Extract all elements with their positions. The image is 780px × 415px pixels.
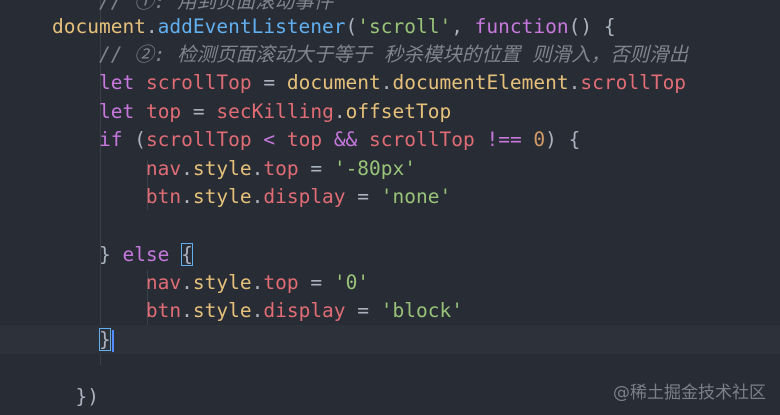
code-token: =	[298, 271, 334, 294]
code-token: offsetTop	[345, 100, 452, 123]
code-line[interactable]: // ②: 检测页面滚动大于等于 秒杀模块的位置 则滑入，否则滑出	[0, 40, 780, 69]
code-token: .	[181, 271, 193, 294]
code-token: document	[52, 15, 146, 38]
code-token: top	[145, 100, 182, 123]
code-token: .	[333, 100, 346, 123]
code-token: {	[181, 243, 193, 266]
code-token: ) {	[545, 128, 581, 151]
code-token: !==	[474, 128, 534, 151]
code-token: display	[263, 299, 346, 322]
code-token: top	[263, 271, 299, 294]
code-token: &&	[322, 128, 370, 151]
code-line[interactable]: nav.style.top = '-80px'	[0, 154, 780, 183]
code-token: '0'	[333, 271, 370, 294]
code-line[interactable]: let scrollTop = document.documentElement…	[0, 68, 780, 97]
code-token: top	[286, 128, 323, 151]
code-token: btn	[145, 185, 182, 208]
code-token: display	[263, 185, 346, 208]
code-line[interactable]: nav.style.top = '0'	[0, 268, 780, 297]
code-line[interactable]: btn.style.display = 'none'	[0, 182, 780, 211]
code-line[interactable]: if (scrollTop < top && scrollTop !== 0) …	[0, 125, 780, 154]
watermark: @稀土掘金技术社区	[613, 383, 766, 403]
code-token: style	[192, 271, 252, 294]
code-token: if	[98, 128, 123, 151]
code-token: (	[122, 128, 146, 151]
code-token: // ②: 检测页面滚动大于等于 秒杀模块的位置 则滑入，否则滑出	[98, 43, 689, 66]
code-token: document	[286, 71, 381, 94]
code-token: .	[251, 299, 264, 322]
code-token: style	[192, 157, 252, 180]
code-token: secKilling	[216, 100, 334, 123]
code-line[interactable]: } else {	[0, 240, 780, 269]
code-token: 'scroll'	[357, 15, 452, 38]
code-token: })	[75, 385, 99, 408]
code-token: () {	[568, 15, 616, 38]
code-token: .	[568, 71, 581, 94]
code-token: 'block'	[380, 299, 463, 322]
code-token: }	[98, 328, 111, 351]
code-line[interactable]: document.addEventListener('scroll', func…	[0, 12, 780, 41]
code-token: (	[345, 15, 358, 38]
code-token: style	[192, 185, 252, 208]
code-token: scrollTop	[369, 128, 475, 151]
code-line[interactable]: btn.style.display = 'block'	[0, 296, 780, 325]
code-token: .	[251, 185, 264, 208]
code-token: let	[98, 100, 135, 123]
code-token: top	[263, 157, 299, 180]
code-token: else	[122, 243, 170, 266]
code-token: scrollTop	[145, 128, 252, 151]
code-token: scrollTop	[580, 71, 687, 94]
code-token: =	[251, 71, 287, 94]
code-token: .	[145, 15, 158, 38]
code-token: .	[251, 157, 264, 180]
code-token: let	[98, 71, 135, 94]
code-token: .	[380, 71, 393, 94]
code-token: .	[181, 185, 193, 208]
code-token: .	[251, 271, 264, 294]
code-token: style	[192, 299, 252, 322]
code-line[interactable]: let top = secKilling.offsetTop	[0, 97, 780, 126]
code-token: .	[181, 299, 193, 322]
code-token: addEventListener	[157, 15, 346, 38]
code-token: =	[345, 185, 381, 208]
code-token: =	[181, 100, 217, 123]
code-token: <	[251, 128, 287, 151]
code-token: scrollTop	[145, 71, 252, 94]
code-token: ,	[451, 15, 475, 38]
code-token: btn	[145, 299, 182, 322]
code-token: .	[181, 157, 193, 180]
code-token: }	[98, 243, 123, 266]
code-editor[interactable]: // ①: 用到页面滚动事件 document.addEventListener(…	[0, 0, 780, 415]
code-line[interactable]	[0, 211, 780, 240]
text-caret	[111, 329, 114, 352]
code-line[interactable]: }	[0, 325, 780, 354]
code-token: nav	[145, 271, 182, 294]
code-token: '-80px'	[333, 157, 417, 180]
code-token: =	[298, 157, 334, 180]
code-token: function	[474, 15, 569, 38]
code-token: 0	[533, 128, 546, 151]
code-token: documentElement	[392, 71, 569, 94]
code-token: =	[345, 299, 381, 322]
code-token: nav	[145, 157, 182, 180]
code-token: 'none'	[380, 185, 452, 208]
